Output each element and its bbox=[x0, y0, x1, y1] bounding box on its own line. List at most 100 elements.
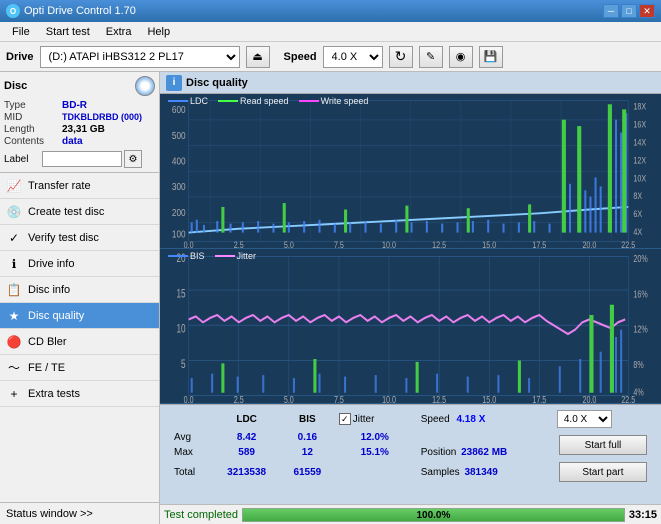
jitter-legend-label: Jitter bbox=[237, 251, 257, 261]
avg-bis: 0.16 bbox=[282, 431, 333, 444]
svg-text:10X: 10X bbox=[633, 174, 646, 184]
svg-text:12X: 12X bbox=[633, 156, 646, 166]
maximize-button[interactable]: □ bbox=[621, 4, 637, 18]
svg-text:100: 100 bbox=[172, 229, 186, 240]
sidebar-item-drive-info[interactable]: ℹ Drive info bbox=[0, 251, 159, 277]
content-area: i Disc quality LDC Read speed bbox=[160, 72, 661, 524]
stats-bar: LDC BIS ✓ Jitter bbox=[160, 404, 661, 504]
sidebar: Disc Type BD-R MID TDKBLDRBD (000) Lengt… bbox=[0, 72, 160, 524]
avg-jitter: 12.0% bbox=[335, 431, 415, 444]
nav-items: 📈 Transfer rate 💿 Create test disc ✓ Ver… bbox=[0, 173, 159, 502]
app-icon: O bbox=[6, 4, 20, 18]
menu-start-test[interactable]: Start test bbox=[38, 24, 98, 40]
main-layout: Disc Type BD-R MID TDKBLDRBD (000) Lengt… bbox=[0, 72, 661, 524]
jitter-check[interactable]: ✓ Jitter bbox=[339, 413, 411, 425]
disc-mid-value: TDKBLDRBD (000) bbox=[62, 112, 142, 123]
sidebar-item-create-test-disc[interactable]: 💿 Create test disc bbox=[0, 199, 159, 225]
col-bis-header: BIS bbox=[282, 409, 333, 429]
drive-info-icon: ℹ bbox=[6, 256, 22, 272]
svg-text:2.5: 2.5 bbox=[234, 240, 244, 248]
menu-extra[interactable]: Extra bbox=[98, 24, 140, 40]
svg-text:300: 300 bbox=[172, 181, 186, 192]
sidebar-item-label: CD Bler bbox=[28, 336, 67, 348]
speed-select-stats[interactable]: 4.0 X bbox=[557, 410, 612, 428]
jitter-label: Jitter bbox=[353, 414, 375, 425]
chart1-legend: LDC Read speed Write speed bbox=[168, 96, 368, 106]
sidebar-item-transfer-rate[interactable]: 📈 Transfer rate bbox=[0, 173, 159, 199]
sidebar-item-label: Extra tests bbox=[28, 388, 80, 400]
ldc-chart-svg: 600 500 400 300 200 100 18X 16X 14X 12X … bbox=[160, 94, 661, 248]
svg-text:400: 400 bbox=[172, 156, 186, 167]
avg-ldc: 8.42 bbox=[213, 431, 280, 444]
title-bar: O Opti Drive Control 1.70 ─ □ ✕ bbox=[0, 0, 661, 22]
status-text: Test completed bbox=[164, 509, 238, 521]
sidebar-item-label: Verify test disc bbox=[28, 232, 99, 244]
menu-help[interactable]: Help bbox=[139, 24, 178, 40]
disc-type-key: Type bbox=[4, 100, 62, 111]
status-window-button[interactable]: Status window >> bbox=[0, 502, 159, 524]
toolbar-refresh-button[interactable]: ↻ bbox=[389, 46, 413, 68]
disc-length-key: Length bbox=[4, 124, 62, 135]
toolbar-save-button[interactable]: 💾 bbox=[479, 46, 503, 68]
fe-te-icon: 〜 bbox=[6, 360, 22, 376]
svg-text:16X: 16X bbox=[633, 120, 646, 130]
svg-text:16%: 16% bbox=[633, 288, 647, 300]
svg-text:500: 500 bbox=[172, 130, 186, 141]
sidebar-item-verify-test-disc[interactable]: ✓ Verify test disc bbox=[0, 225, 159, 251]
bis-legend-label: BIS bbox=[190, 251, 205, 261]
chart2-legend: BIS Jitter bbox=[168, 251, 256, 261]
sidebar-item-fe-te[interactable]: 〜 FE / TE bbox=[0, 355, 159, 381]
cd-bler-icon: 🔴 bbox=[6, 334, 22, 350]
jitter-checkbox[interactable]: ✓ bbox=[339, 413, 351, 425]
disc-contents-value: data bbox=[62, 136, 83, 147]
svg-text:20%: 20% bbox=[633, 253, 647, 265]
start-full-button[interactable]: Start full bbox=[559, 435, 647, 455]
svg-text:7.5: 7.5 bbox=[334, 394, 344, 403]
drive-label: Drive bbox=[6, 51, 34, 63]
total-bis: 61559 bbox=[282, 461, 333, 483]
start-part-button[interactable]: Start part bbox=[559, 462, 647, 482]
eject-button[interactable]: ⏏ bbox=[246, 46, 270, 68]
sidebar-item-disc-quality[interactable]: ★ Disc quality bbox=[0, 303, 159, 329]
menu-bar: File Start test Extra Help bbox=[0, 22, 661, 42]
position-label: Position bbox=[421, 447, 457, 458]
col-ldc-header: LDC bbox=[213, 409, 280, 429]
disc-label-button[interactable]: ⚙ bbox=[124, 150, 142, 168]
svg-text:200: 200 bbox=[172, 207, 186, 218]
stats-table: LDC BIS ✓ Jitter bbox=[168, 407, 653, 485]
toolbar-read-button[interactable]: ◉ bbox=[449, 46, 473, 68]
avg-label: Avg bbox=[170, 431, 211, 444]
close-button[interactable]: ✕ bbox=[639, 4, 655, 18]
menu-file[interactable]: File bbox=[4, 24, 38, 40]
disc-panel: Disc Type BD-R MID TDKBLDRBD (000) Lengt… bbox=[0, 72, 159, 173]
sidebar-item-disc-info[interactable]: 📋 Disc info bbox=[0, 277, 159, 303]
svg-text:10.0: 10.0 bbox=[382, 240, 396, 248]
svg-text:20.0: 20.0 bbox=[582, 394, 596, 403]
toolbar-write-button[interactable]: ✎ bbox=[419, 46, 443, 68]
drive-select[interactable]: (D:) ATAPI iHBS312 2 PL17 bbox=[40, 46, 240, 68]
sidebar-item-cd-bler[interactable]: 🔴 CD Bler bbox=[0, 329, 159, 355]
disc-contents-key: Contents bbox=[4, 136, 62, 147]
create-test-disc-icon: 💿 bbox=[6, 204, 22, 220]
sidebar-item-extra-tests[interactable]: + Extra tests bbox=[0, 381, 159, 407]
ldc-legend-label: LDC bbox=[190, 96, 208, 106]
total-ldc: 3213538 bbox=[213, 461, 280, 483]
transfer-rate-icon: 📈 bbox=[6, 178, 22, 194]
max-jitter: 15.1% bbox=[335, 446, 415, 459]
disc-quality-icon: ★ bbox=[6, 308, 22, 324]
time-display: 33:15 bbox=[629, 509, 657, 521]
write-legend-dot bbox=[299, 100, 319, 102]
svg-text:8%: 8% bbox=[633, 359, 643, 371]
checkmark-icon: ✓ bbox=[341, 414, 349, 425]
svg-text:8X: 8X bbox=[633, 191, 642, 201]
speed-select[interactable]: 4.0 X bbox=[323, 46, 383, 68]
extra-tests-icon: + bbox=[6, 386, 22, 402]
disc-quality-title: Disc quality bbox=[186, 77, 248, 89]
svg-text:4X: 4X bbox=[633, 227, 642, 237]
minimize-button[interactable]: ─ bbox=[603, 4, 619, 18]
disc-label-input[interactable] bbox=[42, 151, 122, 167]
svg-text:600: 600 bbox=[172, 104, 186, 115]
samples-value: 381349 bbox=[464, 467, 497, 478]
total-label: Total bbox=[170, 461, 211, 483]
speed-value: 4.18 X bbox=[456, 414, 485, 425]
